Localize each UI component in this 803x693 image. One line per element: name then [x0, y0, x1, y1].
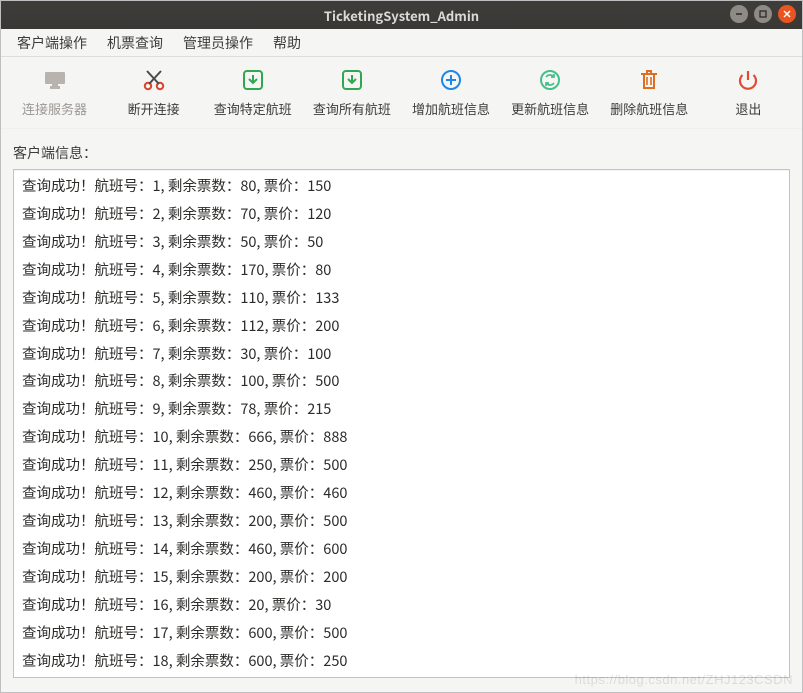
- power-icon: [732, 67, 764, 93]
- minimize-icon: [734, 9, 744, 19]
- log-line: 查询成功！航班号：4, 剩余票数：170, 票价：80: [16, 256, 787, 284]
- log-line: 查询成功！航班号：13, 剩余票数：200, 票价：500: [16, 507, 787, 535]
- delete-flight-button[interactable]: 删除航班信息: [600, 63, 699, 120]
- toolbar-label: 增加航班信息: [412, 99, 490, 118]
- content-area: 客户端信息： 查询成功！航班号：1, 剩余票数：80, 票价：150查询成功！航…: [1, 129, 802, 692]
- log-line: 查询成功！航班号：7, 剩余票数：30, 票价：100: [16, 340, 787, 368]
- menu-help[interactable]: 帮助: [263, 29, 311, 57]
- log-scroll[interactable]: 查询成功！航班号：1, 剩余票数：80, 票价：150查询成功！航班号：2, 剩…: [16, 172, 787, 675]
- download-box-icon: [237, 67, 269, 93]
- menubar: 客户端操作 机票查询 管理员操作 帮助: [1, 29, 802, 57]
- window-controls: [730, 5, 796, 23]
- query-all-button[interactable]: 查询所有航班: [302, 63, 401, 120]
- log-line: 查询成功！航班号：10, 剩余票数：666, 票价：888: [16, 423, 787, 451]
- log-line: 查询成功！航班号：6, 剩余票数：112, 票价：200: [16, 312, 787, 340]
- menu-ticket-query[interactable]: 机票查询: [97, 29, 173, 57]
- plus-circle-icon: [435, 67, 467, 93]
- toolbar: 连接服务器 断开连接 查询特定航班 查询所有航班 增加航班信息: [1, 57, 802, 129]
- close-icon: [782, 9, 792, 19]
- toolbar-label: 更新航班信息: [511, 99, 589, 118]
- log-line: 查询成功！航班号：15, 剩余票数：200, 票价：200: [16, 563, 787, 591]
- log-line: 查询成功！航班号：18, 剩余票数：600, 票价：250: [16, 647, 787, 675]
- window-title: TicketingSystem_Admin: [1, 6, 802, 25]
- log-line: 查询成功！航班号：16, 剩余票数：20, 票价：30: [16, 591, 787, 619]
- toolbar-label: 退出: [735, 99, 761, 118]
- menu-admin-ops[interactable]: 管理员操作: [173, 29, 263, 57]
- close-button[interactable]: [778, 5, 796, 23]
- log-line: 查询成功！航班号：5, 剩余票数：110, 票价：133: [16, 284, 787, 312]
- add-flight-button[interactable]: 增加航班信息: [402, 63, 501, 120]
- app-window: TicketingSystem_Admin 客户端操作 机票查询 管理员操作 帮…: [0, 0, 803, 693]
- log-line: 查询成功！航班号：11, 剩余票数：250, 票价：500: [16, 451, 787, 479]
- query-specific-button[interactable]: 查询特定航班: [203, 63, 302, 120]
- titlebar: TicketingSystem_Admin: [1, 1, 802, 29]
- log-line: 查询成功！航班号：3, 剩余票数：50, 票价：50: [16, 228, 787, 256]
- server-icon: [39, 67, 71, 93]
- log-box: 查询成功！航班号：1, 剩余票数：80, 票价：150查询成功！航班号：2, 剩…: [13, 169, 790, 678]
- log-line: 查询成功！航班号：14, 剩余票数：460, 票价：600: [16, 535, 787, 563]
- log-line: 查询成功！航班号：1, 剩余票数：80, 票价：150: [16, 172, 787, 200]
- log-line: 查询成功！航班号：8, 剩余票数：100, 票价：500: [16, 367, 787, 395]
- update-flight-button[interactable]: 更新航班信息: [501, 63, 600, 120]
- connect-server-button[interactable]: 连接服务器: [5, 63, 104, 120]
- toolbar-label: 删除航班信息: [610, 99, 688, 118]
- toolbar-label: 查询所有航班: [313, 99, 391, 118]
- scissors-icon: [138, 67, 170, 93]
- log-line: 查询成功！航班号：2, 剩余票数：70, 票价：120: [16, 200, 787, 228]
- exit-button[interactable]: 退出: [699, 63, 798, 120]
- log-line: 查询成功！航班号：9, 剩余票数：78, 票价：215: [16, 395, 787, 423]
- download-box-icon: [336, 67, 368, 93]
- maximize-button[interactable]: [754, 5, 772, 23]
- log-line: 查询成功！航班号：17, 剩余票数：600, 票价：500: [16, 619, 787, 647]
- menu-client-ops[interactable]: 客户端操作: [7, 29, 97, 57]
- toolbar-label: 连接服务器: [22, 99, 87, 118]
- disconnect-button[interactable]: 断开连接: [104, 63, 203, 120]
- log-line: 查询成功！航班号：12, 剩余票数：460, 票价：460: [16, 479, 787, 507]
- maximize-icon: [758, 9, 768, 19]
- refresh-icon: [534, 67, 566, 93]
- client-info-label: 客户端信息：: [13, 143, 790, 163]
- minimize-button[interactable]: [730, 5, 748, 23]
- toolbar-label: 断开连接: [128, 99, 180, 118]
- trash-icon: [633, 67, 665, 93]
- toolbar-label: 查询特定航班: [214, 99, 292, 118]
